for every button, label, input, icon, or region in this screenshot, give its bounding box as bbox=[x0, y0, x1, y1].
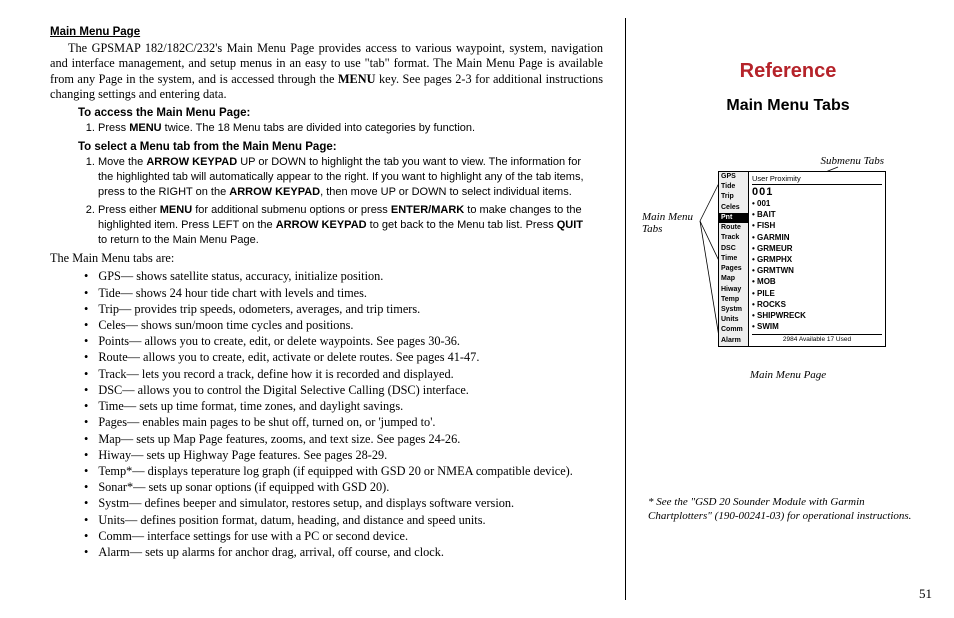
tabs-intro: The Main Menu tabs are: bbox=[50, 251, 603, 266]
tabs-list: GPS— shows satellite status, accuracy, i… bbox=[84, 268, 603, 560]
tab-item: Pages— enables main pages to be shut off… bbox=[84, 414, 603, 430]
section-title: Main Menu Page bbox=[50, 26, 603, 38]
access-steps: Press MENU twice. The 18 Menu tabs are d… bbox=[98, 121, 603, 136]
tab-item: Hiway— sets up Highway Page features. Se… bbox=[84, 447, 603, 463]
device-tab: Track bbox=[719, 233, 748, 243]
tab-item: Points— allows you to create, edit, or d… bbox=[84, 333, 603, 349]
list-footer: 2984 Available 17 Used bbox=[752, 334, 882, 343]
tab-item: Time— sets up time format, time zones, a… bbox=[84, 398, 603, 414]
device-tab: DSC bbox=[719, 244, 748, 254]
device-screenshot: GPSTideTripCelesPntRouteTrackDSCTimePage… bbox=[718, 171, 886, 347]
waypoint-item: GRMPHX bbox=[752, 254, 882, 265]
select-steps: Move the ARROW KEYPAD UP or DOWN to high… bbox=[98, 155, 603, 247]
reference-title: Reference bbox=[648, 60, 928, 83]
tab-item: Temp*— displays teperature log graph (if… bbox=[84, 463, 603, 479]
footnote: * See the "GSD 20 Sounder Module with Ga… bbox=[648, 495, 928, 524]
tab-column: GPSTideTripCelesPntRouteTrackDSCTimePage… bbox=[719, 172, 749, 346]
tab-item: Track— lets you record a track, define h… bbox=[84, 366, 603, 382]
intro-text: The GPSMAP 182/182C/232's Main Menu Page… bbox=[50, 41, 603, 101]
waypoint-item: SWIM bbox=[752, 321, 882, 332]
selected-num: 001 bbox=[752, 186, 882, 198]
access-step-1: Press MENU twice. The 18 Menu tabs are d… bbox=[98, 121, 603, 136]
tab-item: Comm— interface settings for use with a … bbox=[84, 528, 603, 544]
tab-item: Sonar*— sets up sonar options (if equipp… bbox=[84, 479, 603, 495]
intro-paragraph: The GPSMAP 182/182C/232's Main Menu Page… bbox=[50, 41, 603, 102]
tab-item: Map— sets up Map Page features, zooms, a… bbox=[84, 431, 603, 447]
device-tab: Units bbox=[719, 315, 748, 325]
device-tab: Tide bbox=[719, 182, 748, 192]
device-tab: Comm bbox=[719, 326, 748, 336]
select-step-1: Move the ARROW KEYPAD UP or DOWN to high… bbox=[98, 155, 603, 200]
waypoint-item: BAIT bbox=[752, 209, 882, 220]
list-header: User Proximity bbox=[752, 174, 882, 185]
waypoint-item: GARMIN bbox=[752, 232, 882, 243]
waypoint-item: GRMTWN bbox=[752, 265, 882, 276]
waypoint-item: MOB bbox=[752, 276, 882, 287]
left-column: Main Menu Page The GPSMAP 182/182C/232's… bbox=[0, 0, 625, 618]
device-tab: Alarm bbox=[719, 336, 748, 346]
waypoint-list: 001BAITFISHGARMINGRMEURGRMPHXGRMTWNMOBPI… bbox=[752, 198, 882, 332]
waypoint-item: FISH bbox=[752, 220, 882, 231]
waypoint-item: 001 bbox=[752, 198, 882, 209]
figure-caption: Main Menu Page bbox=[648, 369, 928, 381]
select-heading: To select a Menu tab from the Main Menu … bbox=[78, 141, 603, 153]
tab-item: Tide— shows 24 hour tide chart with leve… bbox=[84, 285, 603, 301]
tab-item: Alarm— sets up alarms for anchor drag, a… bbox=[84, 544, 603, 560]
waypoint-item: GRMEUR bbox=[752, 243, 882, 254]
right-column: Reference Main Menu Tabs Submenu Tabs Ma… bbox=[626, 0, 954, 618]
page-number: 51 bbox=[919, 586, 932, 602]
list-column: User Proximity 001 001BAITFISHGARMINGRME… bbox=[749, 172, 885, 346]
device-tab: Trip bbox=[719, 192, 748, 202]
waypoint-item: ROCKS bbox=[752, 299, 882, 310]
device-tab: Hiway bbox=[719, 285, 748, 295]
tab-item: GPS— shows satellite status, accuracy, i… bbox=[84, 268, 603, 284]
waypoint-item: SHIPWRECK bbox=[752, 310, 882, 321]
select-step-2: Press either MENU for additional submenu… bbox=[98, 203, 603, 248]
device-tab: Temp bbox=[719, 295, 748, 305]
figure-area: Submenu Tabs Main Menu Tabs GPSTideTripC… bbox=[648, 155, 928, 385]
tab-item: Systm— defines beeper and simulator, res… bbox=[84, 495, 603, 511]
access-heading: To access the Main Menu Page: bbox=[78, 107, 603, 119]
device-tab: Time bbox=[719, 254, 748, 264]
tab-item: Trip— provides trip speeds, odometers, a… bbox=[84, 301, 603, 317]
device-tab: Celes bbox=[719, 203, 748, 213]
submenu-label: Submenu Tabs bbox=[821, 155, 884, 167]
device-tab: Route bbox=[719, 223, 748, 233]
reference-subtitle: Main Menu Tabs bbox=[648, 97, 928, 115]
tab-item: Celes— shows sun/moon time cycles and po… bbox=[84, 317, 603, 333]
waypoint-item: PILE bbox=[752, 288, 882, 299]
device-tab: Systm bbox=[719, 305, 748, 315]
mainmenu-label: Main Menu Tabs bbox=[642, 211, 700, 235]
tab-item: DSC— allows you to control the Digital S… bbox=[84, 382, 603, 398]
tab-item: Route— allows you to create, edit, activ… bbox=[84, 349, 603, 365]
device-tab: Pnt bbox=[719, 213, 748, 223]
device-tab: Pages bbox=[719, 264, 748, 274]
tab-item: Units— defines position format, datum, h… bbox=[84, 512, 603, 528]
device-tab: Map bbox=[719, 274, 748, 284]
device-tab: GPS bbox=[719, 172, 748, 182]
